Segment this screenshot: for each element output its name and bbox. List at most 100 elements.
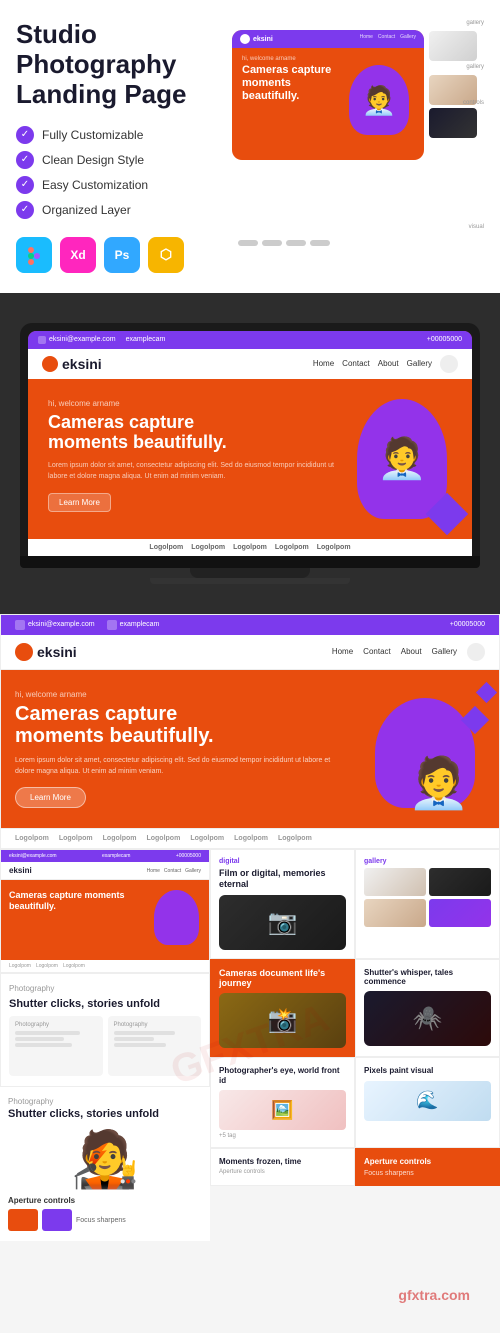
bottom-char-panel: Photography Shutter clicks, stories unfo… bbox=[0, 1087, 210, 1241]
small-headline: Cameras capture moments beautifully. bbox=[9, 890, 145, 912]
extra-visual-sub: Focus sharpens bbox=[364, 1170, 491, 1177]
site-email-item: eksini@example.com bbox=[15, 620, 95, 630]
small-phone: +00005000 bbox=[176, 853, 201, 859]
photographer-cell: Photographer's eye, world front id 🖼️ +5… bbox=[210, 1057, 355, 1148]
small-site-topbar: eksini@example.com examplecam +00005000 bbox=[1, 850, 209, 862]
gallery-label-2: gallery bbox=[429, 64, 484, 70]
journey-title: Cameras document life's journey bbox=[219, 968, 346, 990]
laptop-nav-gallery: Gallery bbox=[407, 359, 432, 368]
digital-cell: digital Film or digital, memories eterna… bbox=[210, 849, 355, 959]
bottom-char-title: Shutter clicks, stories unfold bbox=[8, 1108, 202, 1121]
preview-nav-gallery: Gallery bbox=[400, 34, 416, 44]
site-navbar: eksini Home Contact About Gallery bbox=[1, 635, 499, 670]
bottom-right-grid: digital Film or digital, memories eterna… bbox=[210, 849, 500, 1186]
camera-icon bbox=[107, 620, 117, 630]
site-hero-content: hi, welcome arname Cameras capture momen… bbox=[15, 690, 345, 808]
site-nav-gallery[interactable]: Gallery bbox=[432, 647, 457, 656]
site-brand-strip: Logolpom Logolpom Logolpom Logolpom Logo… bbox=[1, 828, 499, 848]
site-topbar: eksini@example.com examplecam +00005000 bbox=[1, 615, 499, 635]
preview-brand-strip bbox=[232, 236, 424, 250]
site-user-avatar[interactable] bbox=[467, 643, 485, 661]
brand-dot-2 bbox=[262, 240, 282, 246]
small-site-preview: eksini@example.com examplecam +00005000 … bbox=[0, 849, 210, 973]
story-card-content-1 bbox=[15, 1031, 97, 1047]
left-info-panel: Studio Photography Landing Page ✓ Fully … bbox=[16, 20, 216, 273]
journey-cell: Cameras document life's journey 📸 bbox=[210, 959, 355, 1058]
laptop-nav-contact: Contact bbox=[342, 359, 370, 368]
site-brand-2: Logolpom bbox=[59, 835, 93, 842]
feature-item-4: ✓ Organized Layer bbox=[16, 201, 216, 219]
site-nav-home[interactable]: Home bbox=[332, 647, 353, 656]
laptop-body: eksini@example.com examplecam +00005000 … bbox=[20, 323, 480, 556]
brand-dot-1 bbox=[238, 240, 258, 246]
preview-char-body: 🧑‍💼 bbox=[349, 65, 409, 135]
laptop-welcome-text: hi, welcome arname bbox=[48, 399, 342, 408]
laptop-cam: examplecam bbox=[126, 336, 166, 344]
site-cam-item: examplecam bbox=[107, 620, 160, 630]
preview-character: 🧑‍💼 bbox=[349, 65, 414, 140]
email-icon bbox=[15, 620, 25, 630]
gallery-cell-label: gallery bbox=[364, 858, 491, 865]
website-preview-section: eksini@example.com examplecam +00005000 … bbox=[0, 614, 500, 849]
laptop-email: eksini@example.com bbox=[38, 336, 116, 344]
story-line-2 bbox=[15, 1037, 64, 1041]
story-card-1: Photography bbox=[9, 1016, 103, 1076]
spider-photo: 🕷️ bbox=[364, 991, 491, 1046]
check-icon-2: ✓ bbox=[16, 151, 34, 169]
small-brand-strip: Logolpom Logolpom Logolpom bbox=[1, 960, 209, 972]
figma-badge bbox=[16, 237, 52, 273]
story-card-content-2 bbox=[114, 1031, 196, 1047]
feature-label-3: Easy Customization bbox=[42, 178, 148, 192]
story-line-5 bbox=[114, 1037, 155, 1041]
email-icon bbox=[38, 336, 46, 344]
site-logo: eksini bbox=[15, 643, 77, 661]
site-hero: hi, welcome arname Cameras capture momen… bbox=[1, 670, 499, 828]
site-nav-contact[interactable]: Contact bbox=[363, 647, 391, 656]
story-line-3 bbox=[15, 1043, 72, 1047]
story-card-label-2: Photography bbox=[114, 1022, 196, 1028]
moments-sub: Aperture controls bbox=[219, 1169, 346, 1175]
digital-title: Film or digital, memories eternal bbox=[219, 868, 346, 890]
features-list: ✓ Fully Customizable ✓ Clean Design Styl… bbox=[16, 126, 216, 219]
story-line-1 bbox=[15, 1031, 80, 1035]
small-nav-home: Home bbox=[147, 868, 160, 874]
photo-pink: 🖼️ bbox=[219, 1090, 346, 1130]
laptop-nav-home: Home bbox=[313, 359, 334, 368]
preview-topbar: eksini Home Contact Gallery bbox=[232, 30, 424, 48]
feature-label-2: Clean Design Style bbox=[42, 153, 144, 167]
moments-title: Moments frozen, time bbox=[219, 1157, 346, 1167]
controls-label: controls bbox=[429, 100, 484, 108]
vintage-camera-photo: 📸 bbox=[219, 993, 346, 1048]
moments-cell: Moments frozen, time Aperture controls bbox=[210, 1148, 355, 1186]
small-nav-gallery: Gallery bbox=[185, 868, 201, 874]
pixels-cell: Pixels paint visual 🌊 bbox=[355, 1057, 500, 1148]
laptop-contact-info: eksini@example.com examplecam bbox=[38, 336, 165, 344]
site-cta-button[interactable]: Learn More bbox=[15, 787, 86, 808]
gallery-thumb-2 bbox=[429, 868, 491, 896]
site-brand-5: Logolpom bbox=[190, 835, 224, 842]
preview-nav: Home Contact Gallery bbox=[360, 34, 416, 44]
stories-headline: Shutter clicks, stories unfold bbox=[9, 998, 201, 1010]
cam-icons-row: Focus sharpens bbox=[8, 1209, 202, 1231]
tool-icons: Xd Ps ⬡ bbox=[16, 237, 216, 273]
site-brand-6: Logolpom bbox=[234, 835, 268, 842]
feature-item-2: ✓ Clean Design Style bbox=[16, 151, 216, 169]
whisper-cell: Shutter's whisper, tales commence 🕷️ bbox=[355, 959, 500, 1058]
laptop-logo: eksini bbox=[42, 356, 102, 372]
laptop-cta-button[interactable]: Learn More bbox=[48, 493, 111, 512]
site-nav-about[interactable]: About bbox=[401, 647, 422, 656]
site-logo-icon bbox=[15, 643, 33, 661]
site-phone: +00005000 bbox=[450, 621, 485, 628]
small-cam: examplecam bbox=[102, 853, 130, 859]
check-icon-3: ✓ bbox=[16, 176, 34, 194]
bottom-left-panel: eksini@example.com examplecam +00005000 … bbox=[0, 849, 210, 1241]
pixels-title: Pixels paint visual bbox=[364, 1066, 491, 1076]
small-brand-1: Logolpom bbox=[9, 963, 31, 969]
brand-item-2: Logolpom bbox=[191, 544, 225, 551]
photographer-title: Photographer's eye, world front id bbox=[219, 1066, 346, 1085]
gallery-thumbs bbox=[364, 868, 491, 927]
feature-item-1: ✓ Fully Customizable bbox=[16, 126, 216, 144]
bottom-multi-panel: GFXTRA eksini@example.com examplecam +00… bbox=[0, 849, 500, 1241]
character-body: 🧑‍💼 bbox=[357, 399, 447, 519]
page-title: Studio Photography Landing Page bbox=[16, 20, 216, 110]
